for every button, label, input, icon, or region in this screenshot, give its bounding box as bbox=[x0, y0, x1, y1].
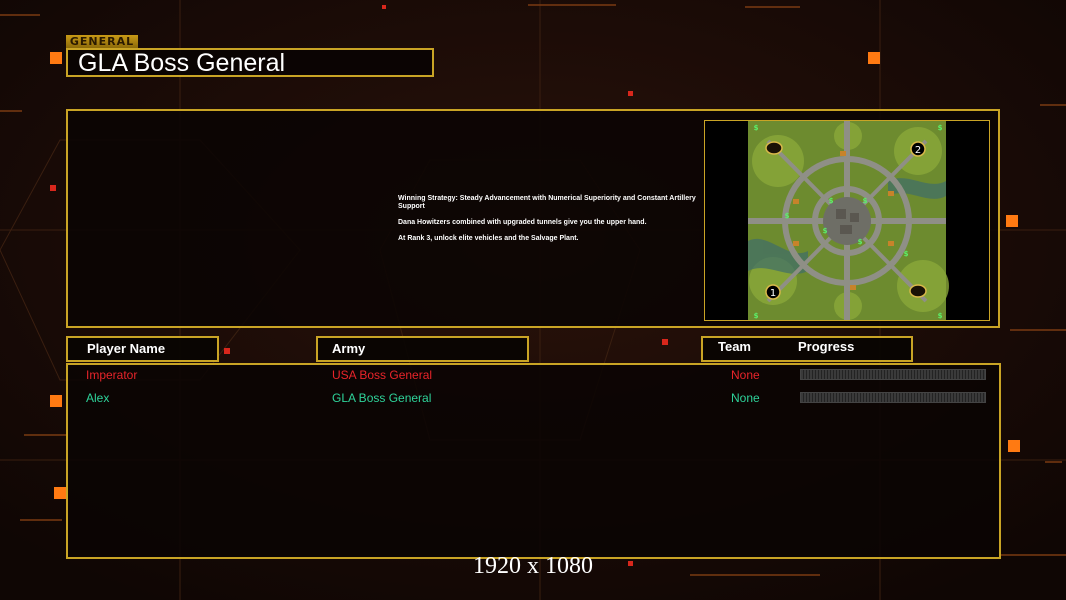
progress-bar bbox=[800, 369, 986, 380]
player-name: Imperator bbox=[86, 368, 138, 382]
player-list: Imperator USA Boss General None Alex GLA… bbox=[66, 363, 1001, 559]
general-tag: GENERAL bbox=[66, 35, 138, 48]
header-progress-label: Progress bbox=[798, 339, 855, 354]
supply-marker: $ bbox=[754, 312, 759, 320]
header-player-name: Player Name bbox=[66, 336, 219, 362]
table-row[interactable]: Imperator USA Boss General None bbox=[68, 366, 999, 384]
start-position-2: 2 bbox=[915, 145, 921, 156]
player-team: None bbox=[731, 391, 760, 405]
title-panel: GLA Boss General bbox=[66, 48, 434, 77]
supply-marker: $ bbox=[829, 197, 834, 205]
strategy-line: At Rank 3, unlock elite vehicles and the… bbox=[398, 235, 579, 242]
supply-marker: $ bbox=[754, 124, 759, 132]
page-title: GLA Boss General bbox=[78, 49, 286, 77]
map-preview[interactable]: 2 1 $ $ $ $ $ $ $ $ $ $ bbox=[704, 120, 990, 321]
strategy-line: Winning Strategy: Steady Advancement wit… bbox=[398, 195, 696, 210]
supply-marker: $ bbox=[938, 312, 943, 320]
header-team-progress: Team Progress bbox=[701, 336, 913, 362]
header-team-label: Team bbox=[718, 339, 751, 354]
map-image: 2 1 $ $ $ $ $ $ $ $ $ $ bbox=[705, 121, 989, 320]
supply-marker: $ bbox=[823, 227, 828, 235]
start-position-1: 1 bbox=[770, 288, 776, 299]
header-player-name-label: Player Name bbox=[87, 341, 166, 356]
strategy-line: Dana Howitzers combined with upgraded tu… bbox=[398, 219, 647, 226]
supply-marker: $ bbox=[904, 250, 909, 258]
supply-marker: $ bbox=[938, 124, 943, 132]
progress-bar bbox=[800, 392, 986, 403]
supply-marker: $ bbox=[863, 197, 868, 205]
player-army: USA Boss General bbox=[332, 368, 433, 382]
supply-marker: $ bbox=[858, 238, 863, 246]
player-name: Alex bbox=[86, 391, 110, 405]
supply-marker: $ bbox=[785, 212, 790, 220]
header-army: Army bbox=[316, 336, 529, 362]
resolution-label: 1920 x 1080 bbox=[473, 553, 593, 579]
header-army-label: Army bbox=[332, 341, 366, 356]
strategy-description: Winning Strategy: Steady Advancement wit… bbox=[398, 195, 698, 251]
briefing-panel: Winning Strategy: Steady Advancement wit… bbox=[66, 109, 1000, 328]
player-army: GLA Boss General bbox=[332, 391, 432, 405]
table-row[interactable]: Alex GLA Boss General None bbox=[68, 389, 999, 407]
player-team: None bbox=[731, 368, 760, 382]
